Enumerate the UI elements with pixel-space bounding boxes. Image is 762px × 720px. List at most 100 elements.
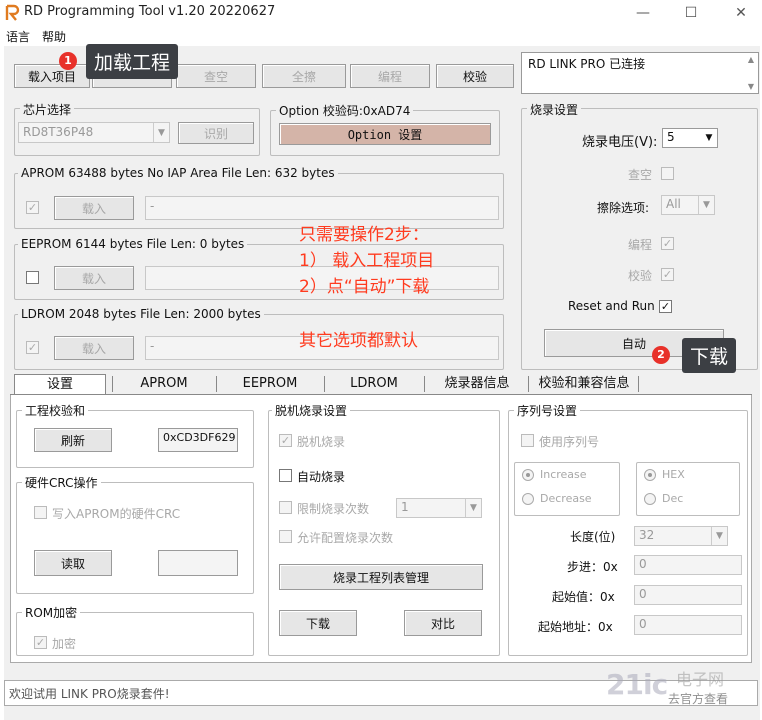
tab-settings[interactable]: 设置	[14, 374, 106, 394]
manage-project-list-button[interactable]: 烧录工程列表管理	[279, 564, 483, 590]
allow-config-checkbox[interactable]	[279, 530, 292, 543]
window-title: RD Programming Tool v1.20 20220627	[24, 4, 276, 19]
chevron-down-icon: ▼	[705, 133, 713, 143]
burn-program-checkbox[interactable]: ✓	[661, 237, 674, 250]
tab-ldrom[interactable]: LDROM	[330, 374, 418, 394]
burn-blank-check-checkbox[interactable]	[661, 167, 674, 180]
hex-radio[interactable]	[644, 469, 656, 481]
tab-separator	[324, 376, 325, 392]
length-select[interactable]: 32 ▼	[634, 526, 728, 546]
connection-status-box: RD LINK PRO 已连接 ▲ ▼	[521, 52, 759, 94]
read-button[interactable]: 读取	[34, 550, 112, 576]
dec-radio[interactable]	[644, 493, 656, 505]
menu-help[interactable]: 帮助	[42, 28, 66, 45]
erase-option-select[interactable]: All ▼	[661, 195, 715, 215]
scroll-down-icon[interactable]: ▼	[748, 82, 754, 91]
use-serial-text: 使用序列号	[539, 435, 600, 449]
increase-radio[interactable]	[522, 469, 534, 481]
limit-count-select[interactable]: 1 ▼	[396, 498, 482, 518]
identify-button[interactable]: 识别	[178, 122, 254, 144]
start-address-field[interactable]: 0	[634, 615, 742, 635]
crc-value-field	[158, 550, 238, 576]
step-label: 步进：0x	[567, 560, 618, 574]
start-address-label: 起始地址：0x	[538, 620, 613, 634]
chip-select-label: 芯片选择	[20, 101, 75, 118]
offline-burn-checkbox[interactable]: ✓	[279, 434, 292, 447]
crc-group	[16, 482, 254, 594]
tab-programmer-info[interactable]: 烧录器信息	[430, 374, 524, 394]
download-button[interactable]: 下载	[279, 610, 357, 636]
step-1-callout: 加载工程	[86, 44, 179, 79]
step-2-badge: 2	[652, 346, 670, 364]
tab-eeprom[interactable]: EEPROM	[222, 374, 318, 394]
tab-checksum-compat[interactable]: 校验和兼容信息	[532, 374, 636, 394]
length-label: 长度(位)	[570, 530, 616, 544]
program-button[interactable]: 编程	[350, 64, 430, 88]
limit-count-checkbox[interactable]	[279, 501, 292, 514]
burn-verify-label: 校验	[628, 269, 653, 283]
aprom-path-field[interactable]: -	[145, 196, 499, 220]
verify-button[interactable]: 校验	[436, 64, 514, 88]
ldrom-load-button[interactable]: 载入	[54, 336, 134, 360]
tab-separator	[112, 376, 113, 392]
voltage-select[interactable]: 5 ▼	[662, 128, 718, 148]
crc-label: 硬件CRC操作	[22, 474, 101, 491]
note-line-2: 1） 载入工程项目	[299, 251, 435, 271]
length-value: 32	[639, 528, 655, 542]
refresh-button[interactable]: 刷新	[34, 428, 112, 452]
aprom-checkbox[interactable]: ✓	[26, 201, 39, 214]
menu-language[interactable]: 语言	[6, 28, 30, 45]
start-value-field[interactable]: 0	[634, 585, 742, 605]
limit-count-text: 限制烧录次数	[297, 502, 370, 516]
minimize-icon[interactable]: —	[628, 3, 658, 23]
voltage-label: 烧录电压(V):	[582, 135, 658, 150]
connection-status-text: RD LINK PRO 已连接	[528, 57, 646, 71]
watermark-sub: 去官方查看	[668, 692, 729, 706]
dec-label: Dec	[662, 492, 684, 505]
app-logo	[4, 4, 22, 22]
watermark-logo: 21ic	[606, 668, 668, 701]
step-1-badge: 1	[59, 52, 77, 70]
step-2-callout: 下载	[682, 338, 737, 373]
encrypt-checkbox[interactable]: ✓	[34, 636, 47, 649]
burn-blank-check-label: 查空	[628, 168, 653, 182]
blank-check-button[interactable]: 查空	[176, 64, 256, 88]
note-line-3: 2）点“自动”下载	[299, 277, 430, 297]
chevron-down-icon: ▼	[698, 196, 714, 214]
compare-button[interactable]: 对比	[404, 610, 482, 636]
decrease-label: Decrease	[540, 492, 592, 505]
watermark: 21ic 电子网 去官方查看	[606, 666, 754, 712]
option-settings-button[interactable]: Option 设置	[279, 123, 491, 145]
decrease-radio[interactable]	[522, 493, 534, 505]
eeprom-load-button[interactable]: 载入	[54, 266, 134, 290]
option-checksum-label: Option 校验码:0xAD74	[276, 102, 414, 119]
ldrom-header: LDROM 2048 bytes File Len: 2000 bytes	[18, 307, 264, 321]
scroll-up-icon[interactable]: ▲	[748, 55, 754, 64]
start-value-label: 起始值：0x	[552, 590, 615, 604]
reset-run-checkbox[interactable]: ✓	[659, 300, 672, 313]
crc-write-checkbox[interactable]	[34, 506, 47, 519]
load-project-button[interactable]: 载入项目	[14, 64, 90, 88]
tab-aprom[interactable]: APROM	[118, 374, 210, 394]
offline-burn-text: 脱机烧录	[297, 435, 346, 449]
tab-separator	[424, 376, 425, 392]
reset-run-label: Reset and Run	[568, 299, 655, 313]
burn-verify-checkbox[interactable]: ✓	[661, 268, 674, 281]
note-line-4: 其它选项都默认	[299, 331, 418, 351]
maximize-icon[interactable]: ☐	[676, 3, 706, 23]
ldrom-checkbox[interactable]: ✓	[26, 341, 39, 354]
auto-burn-checkbox[interactable]	[279, 469, 292, 482]
chevron-down-icon: ▼	[153, 123, 169, 142]
eeprom-checkbox[interactable]	[26, 271, 39, 284]
step-field[interactable]: 0	[634, 555, 742, 575]
aprom-load-button[interactable]: 载入	[54, 196, 134, 220]
close-icon[interactable]: ✕	[726, 3, 756, 23]
checksum-label: 工程校验和	[22, 402, 89, 419]
chip-select-dropdown[interactable]: RD8T36P48 ▼	[18, 122, 170, 143]
use-serial-checkbox[interactable]	[521, 434, 534, 447]
watermark-text: 电子网	[676, 670, 725, 689]
full-erase-button[interactable]: 全擦	[262, 64, 346, 88]
offline-burn-label: 脱机烧录设置	[272, 402, 351, 419]
chevron-down-icon: ▼	[711, 527, 727, 545]
chip-select-value: RD8T36P48	[23, 125, 94, 139]
